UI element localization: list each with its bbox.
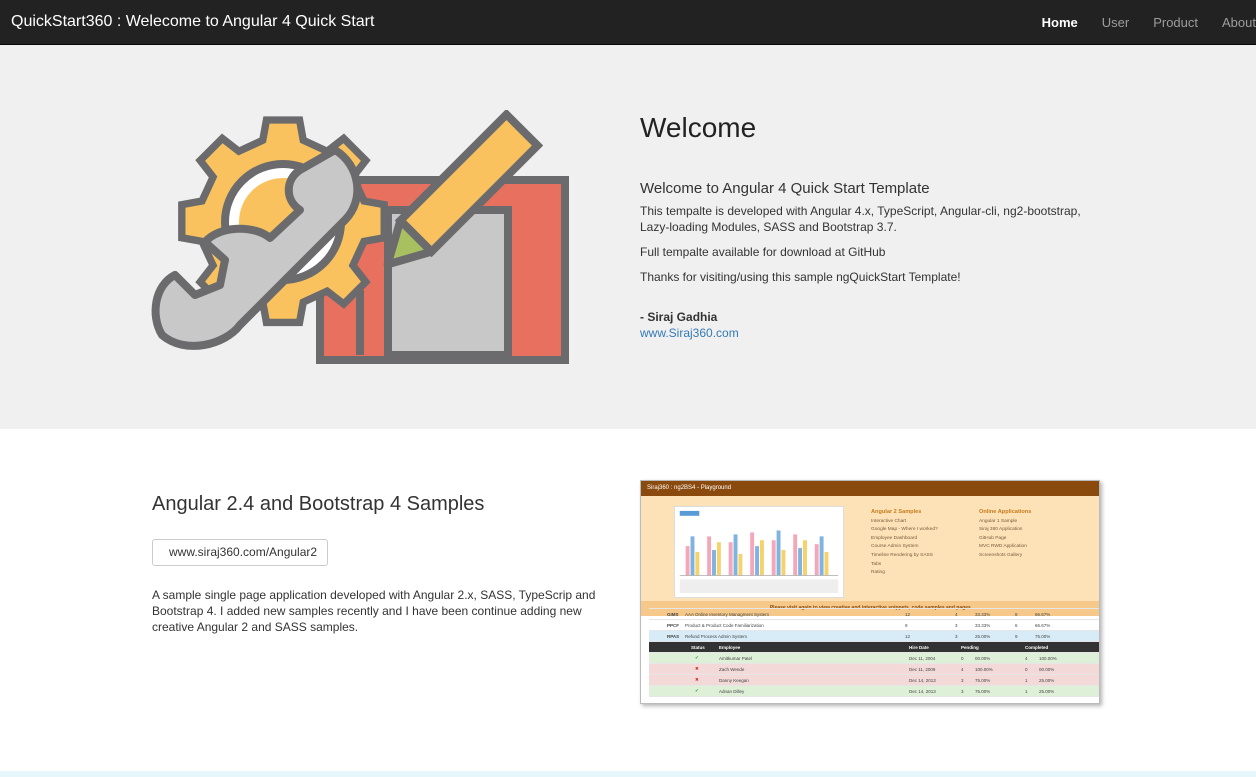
menu-col1-title: Angular 2 Samples	[871, 509, 922, 515]
menu-link[interactable]: Rating	[871, 569, 938, 578]
screenshot-titlebar: Siraj360 : ng2BS4 - Playground	[641, 481, 1099, 496]
mini-chart	[674, 506, 844, 598]
menu-link[interactable]: Timeline Rendering by SASS	[871, 552, 938, 561]
table-row: ✔ Adnan Dilley Dec 14, 2013 3 75.00% 1 2…	[649, 686, 1099, 697]
samples-section: Angular 2.4 and Bootstrap 4 Samples www.…	[0, 429, 1256, 771]
screenshot-table: GIMS AAA Online Inventory Managment Syst…	[649, 601, 1099, 697]
hero-text: Welcome Welcome to Angular 4 Quick Start…	[640, 110, 1100, 341]
navbar-menu: Home User Product About	[1030, 0, 1256, 45]
hero-subtitle: Welcome to Angular 4 Quick Start Templat…	[640, 180, 930, 197]
table-row: ✖ Danny Keegan Dec 14, 2013 3 75.00% 1 2…	[649, 675, 1099, 686]
nav-user[interactable]: User	[1090, 0, 1141, 45]
table-row: GIMS AAA Online Inventory Managment Syst…	[649, 609, 1099, 620]
table-row: ✔ Amitkumar Patel Dec 11, 2004 0 00.00% …	[649, 653, 1099, 664]
hero-paragraph-3: Thanks for visiting/using this sample ng…	[640, 270, 961, 284]
signature: - Siraj Gadhia	[640, 310, 718, 324]
hero-paragraph-2: Full tempalte available for download at …	[640, 245, 886, 259]
samples-title: Angular 2.4 and Bootstrap 4 Samples	[152, 493, 485, 515]
menu-link[interactable]: MVC RWD Application	[979, 543, 1031, 552]
nav-about[interactable]: About	[1210, 0, 1256, 45]
table-row: RPAS Refund Process Admin System 12 3 25…	[649, 631, 1099, 642]
hero-section: Welcome Welcome to Angular 4 Quick Start…	[0, 45, 1256, 429]
menu-link[interactable]: Tabs	[871, 561, 938, 570]
menu-link[interactable]: Employee Dashboard	[871, 535, 938, 544]
nav-product[interactable]: Product	[1141, 0, 1210, 45]
menu-link[interactable]: GitHub Page	[979, 535, 1031, 544]
nav-home[interactable]: Home	[1030, 0, 1090, 45]
table-row: PPCF Product & Product Code Familiarizat…	[649, 620, 1099, 631]
navbar-brand[interactable]: QuickStart360 : Welecome to Angular 4 Qu…	[11, 13, 374, 31]
samples-link-button[interactable]: www.siraj360.com/Angular2	[152, 539, 329, 566]
table-row: ✖ Zach Wende Dec 11, 2009 4 100.00% 0 00…	[649, 664, 1099, 675]
screenshot-title: Siraj360 : ng2BS4 - Playground	[647, 485, 732, 491]
website-link[interactable]: www.Siraj360.com	[640, 325, 1100, 341]
menu-link[interactable]: Siraj 360 Application	[979, 526, 1031, 535]
menu-online-apps: Online Applications Angular 1 Sample Sir…	[979, 508, 1031, 561]
menu-link[interactable]: Interactive Chart	[871, 518, 938, 527]
top-navbar: QuickStart360 : Welecome to Angular 4 Qu…	[0, 0, 1256, 45]
employee-table-header: Status Employee Hire Date Pending Comple…	[649, 642, 1099, 653]
menu-col2-title: Online Applications	[979, 509, 1032, 515]
menu-link[interactable]: Screenshots Gallery	[979, 552, 1031, 561]
samples-description: A sample single page application develop…	[152, 588, 596, 634]
menu-link[interactable]: Angular 1 Sample	[979, 518, 1031, 527]
samples-screenshot[interactable]: Siraj360 : ng2BS4 - Playground Angular 2…	[640, 480, 1100, 704]
menu-link[interactable]: Course Admin System	[871, 543, 938, 552]
hero-paragraph-1: This tempalte is developed with Angular …	[640, 204, 1081, 234]
screenshot-menu: Angular 2 Samples Interactive Chart Goog…	[641, 496, 1099, 616]
footer-strip	[0, 771, 1256, 777]
hero-title: Welcome	[640, 112, 757, 143]
settings-wrench-pencil-icon	[151, 110, 569, 364]
menu-link[interactable]: Google Map - Where I worked?	[871, 526, 938, 535]
menu-angular-samples: Angular 2 Samples Interactive Chart Goog…	[871, 508, 938, 578]
table-row	[649, 601, 1099, 609]
